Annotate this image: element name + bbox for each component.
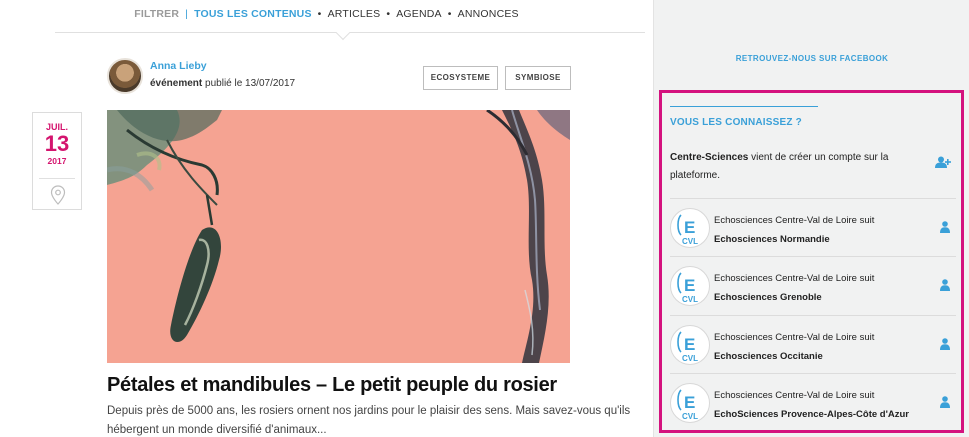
filter-all-content[interactable]: TOUS LES CONTENUS: [194, 0, 312, 28]
user-icon[interactable]: [940, 221, 950, 233]
filter-label: FILTRER: [134, 8, 180, 20]
activity-item-follow: E CVL Echosciences Centre-Val de Loire s…: [670, 315, 956, 373]
svg-text:CVL: CVL: [682, 237, 698, 246]
activity-item-follow: E CVL Echosciences Centre-Val de Loire s…: [670, 256, 956, 314]
user-icon[interactable]: [940, 338, 950, 350]
panel-title-rule: [670, 106, 818, 107]
suggestions-title: VOUS LES CONNAISSEZ ?: [670, 117, 802, 128]
echosciences-cvl-logo[interactable]: E CVL: [670, 383, 710, 423]
account-name[interactable]: Centre-Sciences: [670, 152, 748, 163]
post-meta: événement publié le 13/07/2017: [150, 78, 295, 89]
tag-symbiose[interactable]: SYMBIOSE: [505, 66, 571, 90]
event-date-box: JUIL. 13 2017: [32, 112, 82, 210]
filter-annonces[interactable]: ANNONCES: [458, 0, 519, 28]
event-day: 13: [44, 131, 70, 156]
activity-item-new-account: Centre-Sciences vient de créer un compte…: [670, 152, 889, 181]
facebook-link[interactable]: RETROUVEZ-NOUS SUR FACEBOOK: [654, 54, 969, 63]
post-published-date: publié le 13/07/2017: [205, 78, 296, 89]
svg-text:CVL: CVL: [682, 295, 698, 304]
post-hero-image[interactable]: [107, 110, 570, 363]
post-type: événement: [150, 78, 203, 89]
echosciences-cvl-logo[interactable]: E CVL: [670, 325, 710, 365]
echosciences-cvl-logo[interactable]: E CVL: [670, 266, 710, 306]
svg-text:CVL: CVL: [682, 412, 698, 421]
follower-name[interactable]: Echosciences Centre-Val de Loire: [714, 273, 857, 284]
filter-active-indicator: [335, 25, 351, 41]
svg-text:E: E: [684, 218, 695, 237]
post-excerpt: Depuis près de 5000 ans, les rosiers orn…: [107, 405, 631, 436]
content-filter-bar: FILTRER | TOUS LES CONTENUS • ARTICLES • AGEND…: [0, 0, 653, 28]
user-icon[interactable]: [940, 279, 950, 291]
follower-name[interactable]: Echosciences Centre-Val de Loire: [714, 332, 857, 343]
sidebar: RETROUVEZ-NOUS SUR FACEBOOK VOUS LES CON…: [653, 0, 969, 437]
svg-text:E: E: [684, 276, 695, 295]
event-year: 2017: [47, 156, 67, 166]
filter-agenda[interactable]: AGENDA: [396, 0, 442, 28]
followed-name[interactable]: Echosciences Grenoble: [714, 292, 822, 303]
location-pin-icon[interactable]: [50, 185, 66, 205]
post-title[interactable]: Pétales et mandibules – Le petit peuple …: [107, 374, 647, 397]
author-name[interactable]: Anna Lieby: [150, 60, 207, 72]
activity-item-follow: E CVL Echosciences Centre-Val de Loire s…: [670, 198, 956, 256]
followed-name[interactable]: Echosciences Occitanie: [714, 351, 823, 362]
filter-separator: |: [185, 8, 189, 20]
tag-ecosysteme[interactable]: ECOSYSTEME: [423, 66, 498, 90]
filter-articles[interactable]: ARTICLES: [328, 0, 381, 28]
svg-text:E: E: [684, 335, 695, 354]
insect-illustration: [107, 110, 570, 363]
follower-name[interactable]: Echosciences Centre-Val de Loire: [714, 390, 857, 401]
author-avatar[interactable]: [107, 58, 143, 94]
add-user-icon[interactable]: [935, 156, 951, 168]
user-icon[interactable]: [940, 396, 950, 408]
followed-name[interactable]: EchoSciences Provence-Alpes-Côte d'Azur: [714, 409, 909, 420]
echosciences-cvl-logo[interactable]: E CVL: [670, 208, 710, 248]
suggestions-panel: VOUS LES CONNAISSEZ ? Centre-Sciences vi…: [659, 90, 964, 433]
followed-name[interactable]: Echosciences Normandie: [714, 234, 830, 245]
svg-text:CVL: CVL: [682, 354, 698, 363]
svg-text:E: E: [684, 393, 695, 412]
activity-item-follow: E CVL Echosciences Centre-Val de Loire s…: [670, 373, 956, 431]
follower-name[interactable]: Echosciences Centre-Val de Loire: [714, 215, 857, 226]
